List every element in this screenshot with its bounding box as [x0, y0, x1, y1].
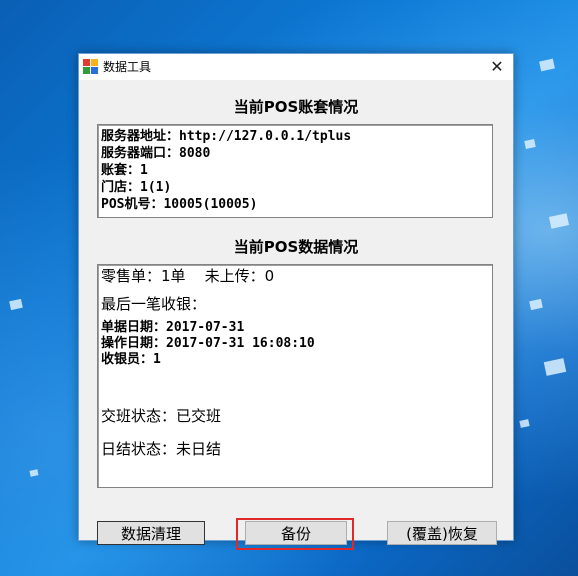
title-bar[interactable]: 数据工具 ✕ — [79, 54, 513, 80]
operation-date-line: 操作日期：2017-07-31 16:08:10 — [101, 336, 315, 351]
server-port-line: 服务器端口：8080 — [101, 146, 211, 161]
backup-highlight-outline — [236, 518, 354, 550]
last-receipt-label: 最后一笔收银： — [101, 295, 207, 313]
window-title: 数据工具 — [103, 60, 152, 74]
daily-close-status-line: 日结状态：未日结 — [101, 440, 222, 458]
account-set-line: 账套：1 — [101, 163, 148, 178]
data-clear-button[interactable]: 数据清理 — [97, 521, 205, 545]
dialog-body: 当前POS账套情况 服务器地址：http://127.0.0.1/tplus 服… — [79, 80, 513, 550]
pos-number-line: POS机号：10005(10005) — [101, 197, 258, 212]
data-section-heading: 当前POS数据情况 — [233, 238, 359, 256]
store-line: 门店：1(1) — [101, 180, 172, 195]
data-info-box: 零售单：1单 未上传：0 最后一笔收银： 单据日期：2017-07-31 操作日… — [97, 264, 493, 488]
document-date-line: 单据日期：2017-07-31 — [101, 320, 245, 335]
app-grid-icon — [83, 59, 99, 75]
account-section-heading: 当前POS账套情况 — [233, 98, 359, 116]
retail-orders-line: 零售单：1单 未上传：0 — [101, 267, 275, 285]
cashier-line: 收银员：1 — [101, 352, 161, 367]
server-address-line: 服务器地址：http://127.0.0.1/tplus — [101, 129, 352, 144]
restore-button[interactable]: (覆盖)恢复 — [387, 521, 497, 545]
account-info-box: 服务器地址：http://127.0.0.1/tplus 服务器端口：8080 … — [97, 124, 493, 218]
data-tool-window: 数据工具 ✕ 当前POS账套情况 服务器地址：http://127.0.0.1/… — [78, 53, 514, 550]
shift-status-line: 交班状态：已交班 — [101, 407, 222, 425]
close-button[interactable]: ✕ — [485, 56, 509, 78]
